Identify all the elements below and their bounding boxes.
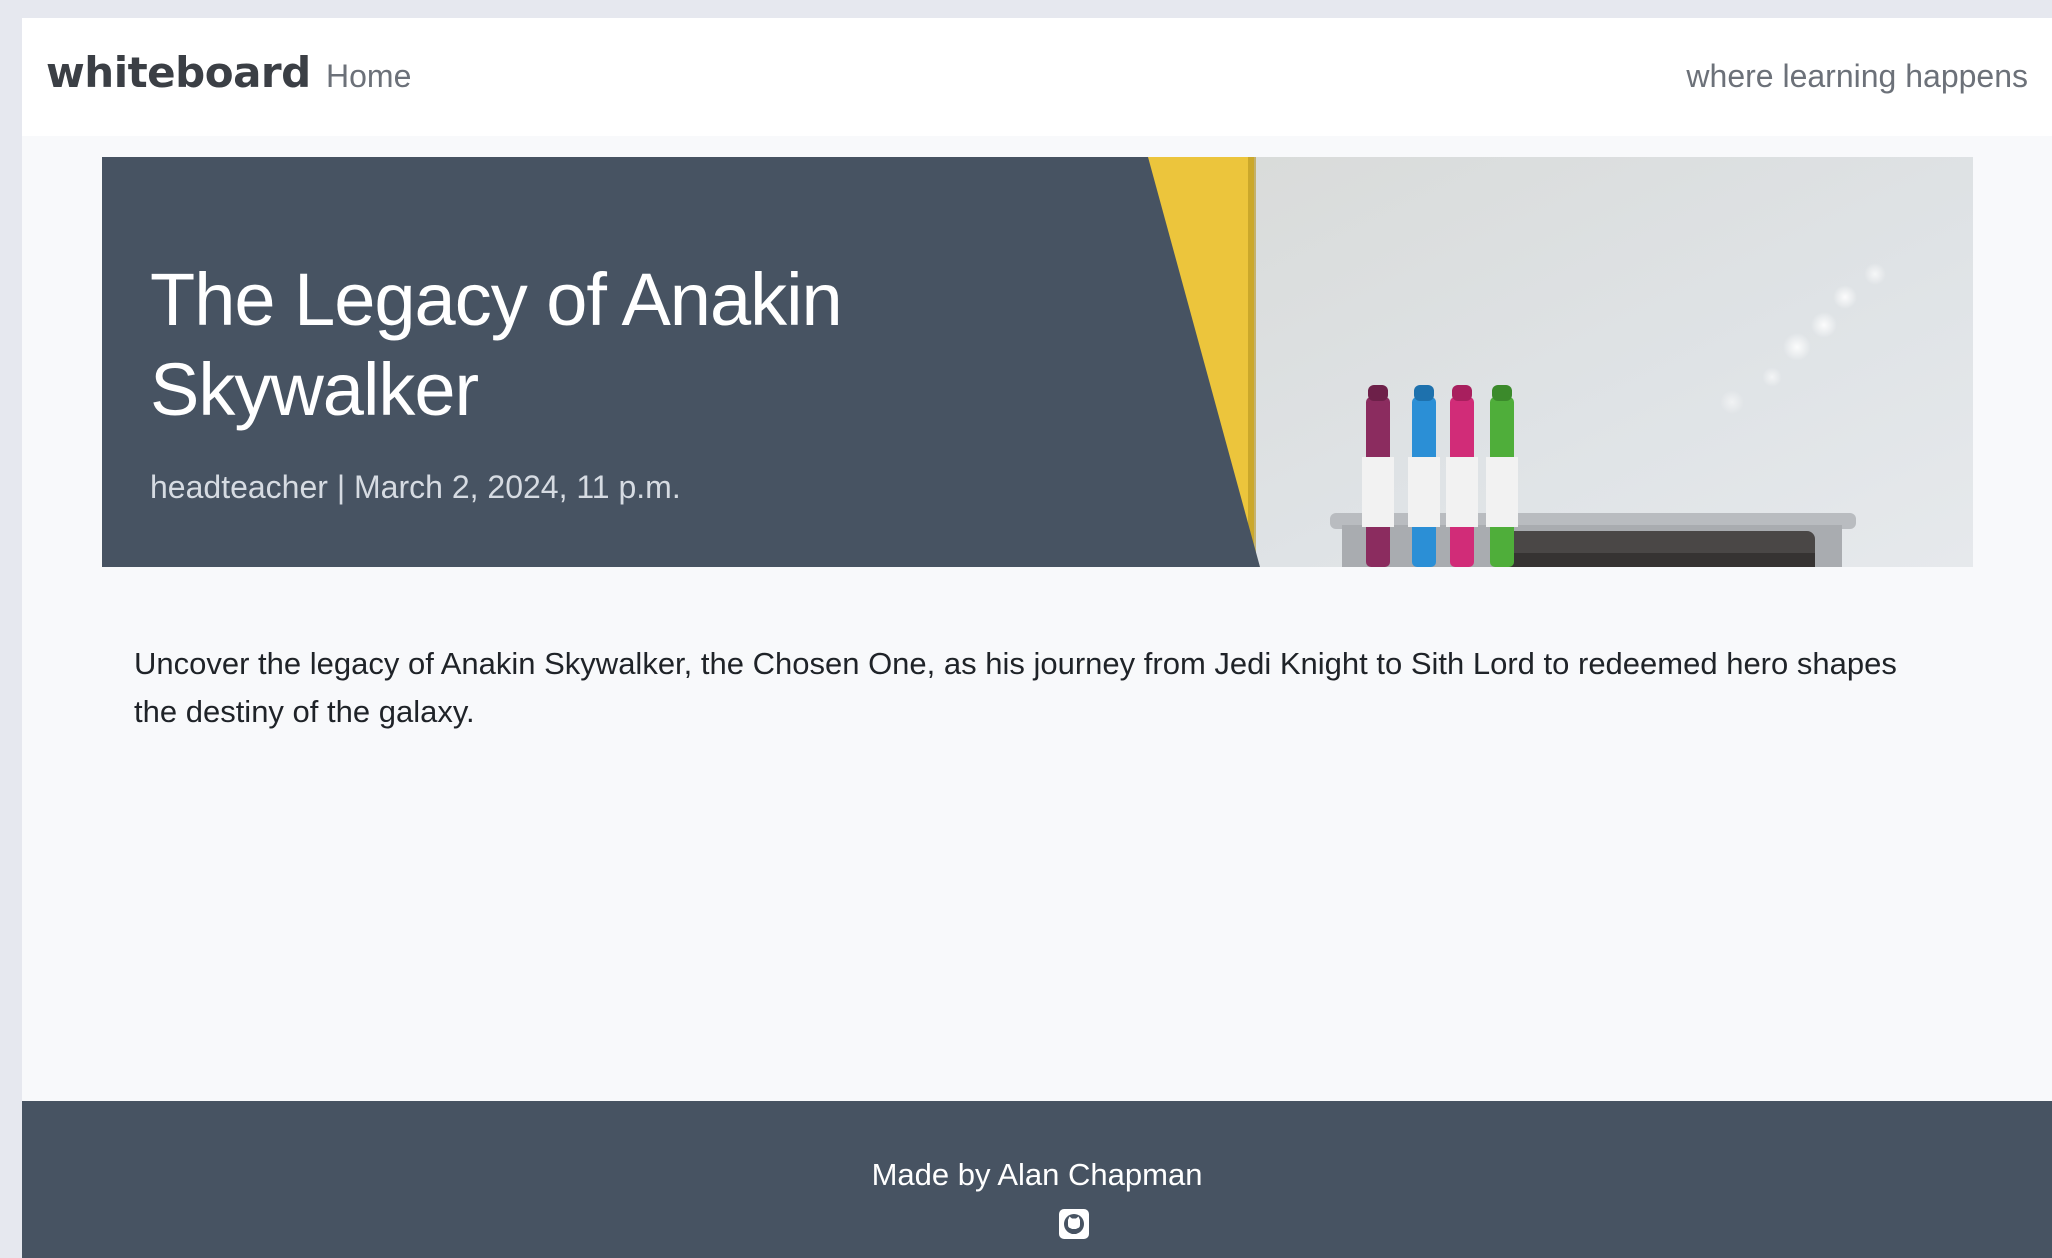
tagline: where learning happens [1686,58,2028,94]
brand-logo-link[interactable]: whiteboard [46,48,311,97]
article-title: The Legacy of Anakin Skywalker [150,258,843,431]
footer: Made by Alan Chapman [22,1101,2052,1258]
github-icon[interactable] [1059,1209,1089,1239]
navbar: whiteboard Home where learning happens [22,18,2052,136]
footer-credit: Made by Alan Chapman [871,1157,1203,1192]
page: whiteboard Home where learning happens T… [22,18,2052,1258]
article-meta: headteacher | March 2, 2024, 11 p.m. [150,469,681,505]
nav-home-link[interactable]: Home [326,58,411,95]
hero-banner: The Legacy of Anakin Skywalker headteach… [102,157,1973,567]
article-summary: Uncover the legacy of Anakin Skywalker, … [134,646,1897,729]
